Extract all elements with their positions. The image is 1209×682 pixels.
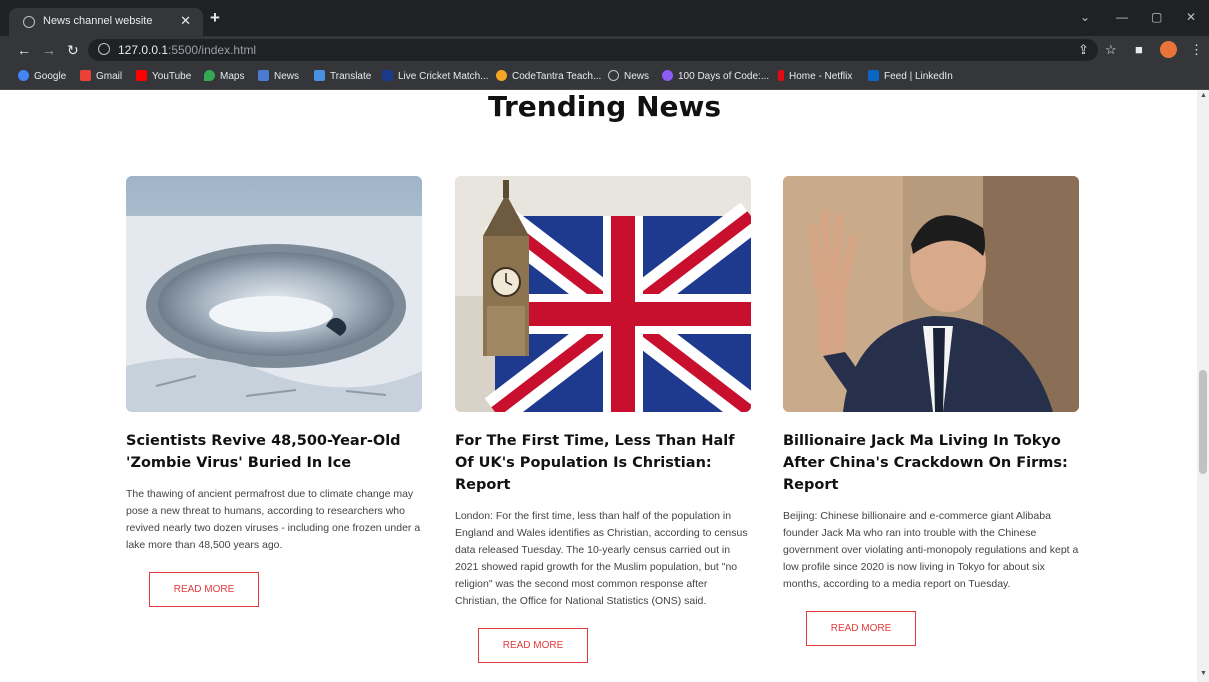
card-title[interactable]: Billionaire Jack Ma Living In Tokyo Afte… <box>783 430 1079 496</box>
card-body: London: For the first time, less than ha… <box>455 510 748 607</box>
tab-strip: News channel website ✕ + ⌄ — ▢ ✕ <box>0 0 1209 36</box>
linkedin-icon <box>868 70 879 81</box>
card-body: The thawing of ancient permafrost due to… <box>126 488 421 551</box>
bookmarks-bar: Google Gmail YouTube Maps News Translate… <box>0 64 1209 90</box>
news-icon <box>258 70 269 81</box>
bookmark-youtube[interactable]: YouTube <box>136 70 191 82</box>
section-heading: Trending News <box>487 90 722 123</box>
jack-ma-waving-image <box>783 176 1079 412</box>
news-card: Billionaire Jack Ma Living In Tokyo Afte… <box>783 176 1079 646</box>
translate-icon <box>314 70 325 81</box>
bookmark-star-icon[interactable]: ☆ <box>1105 42 1117 58</box>
scrollbar-thumb[interactable] <box>1199 370 1207 474</box>
bookmark-100-days[interactable]: 100 Days of Code:... <box>662 70 769 82</box>
youtube-icon <box>136 70 147 81</box>
vertical-scrollbar[interactable]: ▲ ▼ <box>1197 90 1209 682</box>
bookmark-maps[interactable]: Maps <box>204 70 244 82</box>
codetantra-icon <box>496 70 507 81</box>
big-ben-union-flag-image <box>455 176 751 412</box>
bookmark-news[interactable]: News <box>258 70 299 82</box>
news-card: For The First Time, Less Than Half Of UK… <box>455 176 751 663</box>
globe-icon <box>23 16 35 28</box>
card-body: Beijing: Chinese billionaire and e-comme… <box>783 510 1079 590</box>
tab-search-icon[interactable]: ⌄ <box>1080 10 1090 24</box>
browser-tab[interactable]: News channel website ✕ <box>9 8 203 36</box>
browser-toolbar: ← → ↻ 127.0.0.1:5500/index.html ⇪ ☆ ■ ⋮ <box>0 36 1209 64</box>
bookmark-cricket[interactable]: Live Cricket Match... <box>382 70 489 82</box>
google-icon <box>18 70 29 81</box>
site-info-icon[interactable] <box>98 43 110 55</box>
side-panel-icon[interactable]: ■ <box>1135 42 1143 57</box>
minimize-button[interactable]: — <box>1116 10 1128 24</box>
menu-icon[interactable]: ⋮ <box>1190 42 1203 58</box>
profile-avatar[interactable] <box>1160 41 1177 58</box>
share-icon[interactable]: ⇪ <box>1078 42 1089 58</box>
back-button[interactable]: ← <box>17 42 31 58</box>
read-more-button[interactable]: READ MORE <box>806 611 916 646</box>
bookmark-google[interactable]: Google <box>18 70 66 82</box>
scroll-up-arrow-icon[interactable]: ▲ <box>1200 92 1207 99</box>
close-tab-icon[interactable]: ✕ <box>180 13 191 29</box>
bookmark-translate[interactable]: Translate <box>314 70 371 82</box>
bookmark-linkedin[interactable]: Feed | LinkedIn <box>868 70 953 82</box>
100-days-icon <box>662 70 673 81</box>
bookmark-gmail[interactable]: Gmail <box>80 70 122 82</box>
restore-button[interactable]: ▢ <box>1151 10 1162 24</box>
bookmark-netflix[interactable]: Home - Netflix <box>778 70 852 82</box>
news-card: Scientists Revive 48,500-Year-Old 'Zombi… <box>126 176 422 607</box>
read-more-button[interactable]: READ MORE <box>149 572 259 607</box>
new-tab-button[interactable]: + <box>210 8 220 28</box>
card-title[interactable]: For The First Time, Less Than Half Of UK… <box>455 430 751 496</box>
scroll-down-arrow-icon[interactable]: ▼ <box>1200 670 1207 677</box>
forward-button[interactable]: → <box>42 42 56 58</box>
reload-button[interactable]: ↻ <box>67 42 79 59</box>
url-text: 127.0.0.1:5500/index.html <box>118 43 257 57</box>
cricket-site-icon <box>382 70 393 81</box>
bookmark-news-2[interactable]: News <box>608 70 649 82</box>
card-title[interactable]: Scientists Revive 48,500-Year-Old 'Zombi… <box>126 430 422 474</box>
maps-icon <box>204 70 215 81</box>
gmail-icon <box>80 70 91 81</box>
globe-icon <box>608 70 619 81</box>
netflix-icon <box>778 70 784 81</box>
bookmark-codetantra[interactable]: CodeTantra Teach... <box>496 70 601 82</box>
permafrost-crater-image <box>126 176 422 412</box>
address-bar[interactable]: 127.0.0.1:5500/index.html <box>88 39 1098 61</box>
page-viewport: Trending News Scientists Revive 48,500-Y… <box>0 90 1197 682</box>
close-window-button[interactable]: ✕ <box>1186 10 1196 24</box>
tab-title: News channel website <box>43 15 153 27</box>
read-more-button[interactable]: READ MORE <box>478 628 588 663</box>
